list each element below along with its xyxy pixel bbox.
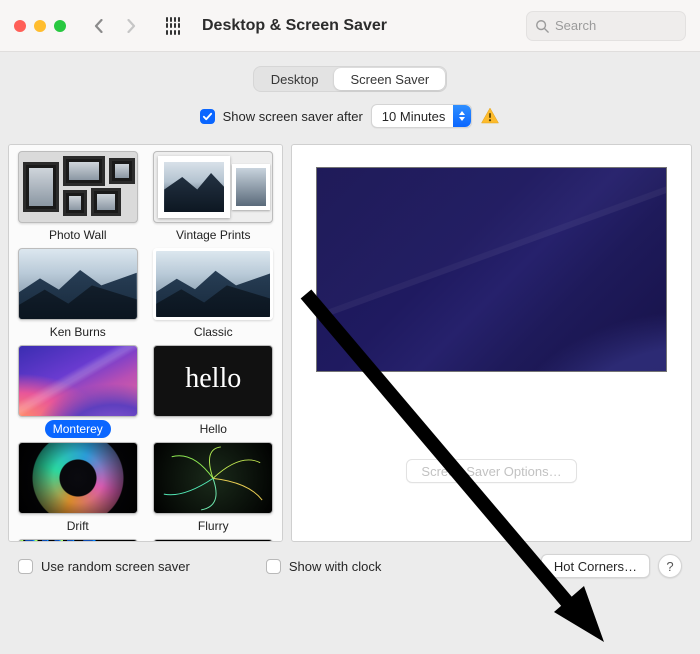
search-field[interactable]: Search xyxy=(526,11,686,41)
saver-flurry[interactable]: Flurry xyxy=(149,440,279,535)
saver-shell[interactable]: Shell xyxy=(149,537,279,542)
tab-control: Desktop Screen Saver xyxy=(253,66,447,92)
saver-drift[interactable]: Drift xyxy=(13,440,143,535)
screensaver-options-button[interactable]: Screen Saver Options… xyxy=(406,459,576,483)
content-area: Desktop Screen Saver Show screen saver a… xyxy=(0,52,700,590)
saver-label: Drift xyxy=(59,517,97,535)
saver-ken-burns[interactable]: Ken Burns xyxy=(13,246,143,341)
show-after-label: Show screen saver after xyxy=(223,109,363,124)
saver-thumb xyxy=(18,539,138,542)
screensaver-gallery[interactable]: Photo Wall Vintage Prints Ken Burns Clas… xyxy=(8,144,283,542)
window-toolbar: Desktop & Screen Saver Search xyxy=(0,0,700,52)
back-button[interactable] xyxy=(86,12,112,40)
saver-thumb xyxy=(153,248,273,320)
saver-photo-wall[interactable]: Photo Wall xyxy=(13,149,143,244)
search-placeholder: Search xyxy=(555,18,596,33)
saver-thumb xyxy=(18,345,138,417)
close-window-button[interactable] xyxy=(14,20,26,32)
saver-label: Vintage Prints xyxy=(168,226,259,244)
saver-label: Classic xyxy=(186,323,241,341)
show-after-checkbox[interactable] xyxy=(200,109,215,124)
stepper-icon xyxy=(453,105,471,127)
saver-monterey[interactable]: Monterey xyxy=(13,343,143,438)
random-checkbox[interactable] xyxy=(18,559,33,574)
grid-icon xyxy=(166,17,180,35)
saver-thumb xyxy=(153,539,273,542)
preview-panel: Screen Saver Options… xyxy=(291,144,692,542)
show-after-value: 10 Minutes xyxy=(382,109,446,124)
saver-label: Hello xyxy=(192,420,235,438)
saver-label: Ken Burns xyxy=(42,323,114,341)
tab-desktop[interactable]: Desktop xyxy=(255,68,335,90)
nav-buttons xyxy=(86,12,144,40)
clock-label: Show with clock xyxy=(289,559,381,574)
warning-icon[interactable] xyxy=(480,106,500,126)
random-label: Use random screen saver xyxy=(41,559,190,574)
help-button[interactable]: ? xyxy=(658,554,682,578)
tab-screen-saver[interactable]: Screen Saver xyxy=(334,68,445,90)
saver-hello[interactable]: hello Hello xyxy=(149,343,279,438)
saver-label: Photo Wall xyxy=(41,226,115,244)
show-after-select[interactable]: 10 Minutes xyxy=(371,104,473,128)
checkmark-icon xyxy=(202,111,213,122)
forward-button[interactable] xyxy=(118,12,144,40)
saver-thumb xyxy=(153,442,273,514)
preview-image[interactable] xyxy=(316,167,667,372)
minimize-window-button[interactable] xyxy=(34,20,46,32)
saver-classic[interactable]: Classic xyxy=(149,246,279,341)
window-controls xyxy=(14,20,66,32)
saver-thumb xyxy=(18,151,138,223)
footer-row: Use random screen saver Show with clock … xyxy=(8,542,692,582)
clock-checkbox[interactable] xyxy=(266,559,281,574)
saver-label: Monterey xyxy=(45,420,111,438)
show-all-button[interactable] xyxy=(160,12,186,40)
hot-corners-button[interactable]: Hot Corners… xyxy=(541,554,650,578)
saver-thumb: hello xyxy=(153,345,273,417)
saver-thumb xyxy=(153,151,273,223)
pane-title: Desktop & Screen Saver xyxy=(202,17,387,35)
search-icon xyxy=(535,19,549,33)
show-after-row: Show screen saver after 10 Minutes xyxy=(8,100,692,144)
saver-vintage-prints[interactable]: Vintage Prints xyxy=(149,149,279,244)
saver-thumb xyxy=(18,442,138,514)
saver-thumb xyxy=(18,248,138,320)
zoom-window-button[interactable] xyxy=(54,20,66,32)
saver-label: Flurry xyxy=(190,517,237,535)
saver-arabesque[interactable]: Arabesque xyxy=(13,537,143,542)
